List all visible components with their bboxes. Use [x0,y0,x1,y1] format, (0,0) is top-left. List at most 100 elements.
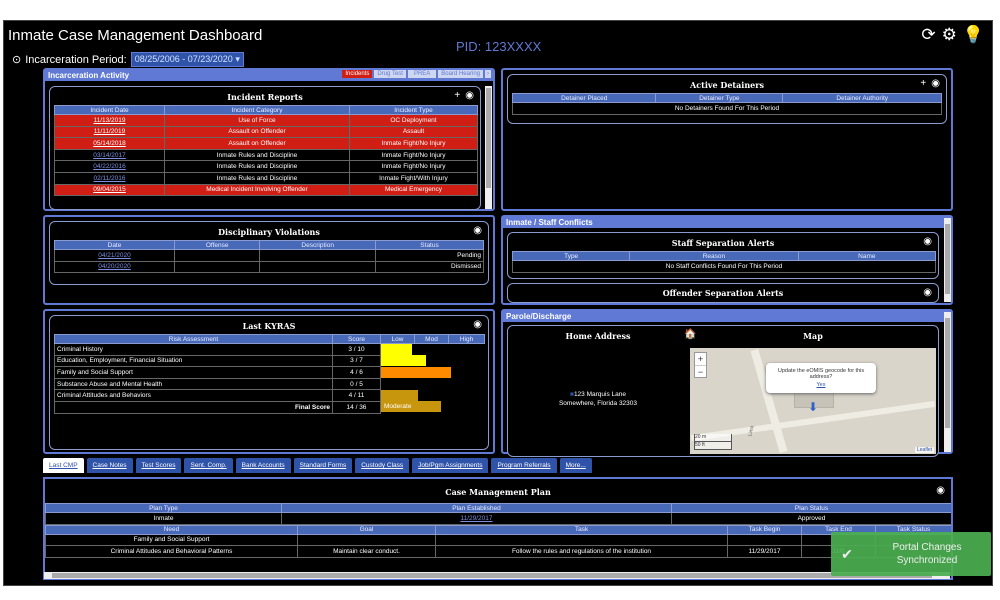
risk-name: Criminal History [54,343,333,356]
risk-bar-cell [381,366,485,379]
eye-icon[interactable]: ◉ [473,319,482,330]
tabs-scroll-button[interactable]: › [485,70,491,78]
offender-separation-card: Offender Separation Alerts ◉ [507,283,939,303]
tab-test-scores[interactable]: Test Scores [135,458,182,473]
final-score-row: Final Score 14 / 36 Moderate [54,400,485,414]
violation-date-link[interactable]: 04/20/2020 [98,263,131,270]
conflicts-panel: Inmate / Staff Conflicts Staff Separatio… [501,215,953,305]
tab-drug-test[interactable]: Drug Test [374,70,406,78]
plan-established-link[interactable]: 11/29/2017 [460,515,492,522]
popup-yes-link[interactable]: Yes [769,382,873,388]
add-icon[interactable]: + [920,78,926,89]
incident-date-link[interactable]: 02/11/2016 [93,175,125,182]
eye-icon[interactable]: ◉ [936,485,945,496]
incident-date-link[interactable]: 04/22/2016 [93,163,126,170]
period-select[interactable]: 08/25/2006 - 07/23/2020 ▾ [130,52,244,67]
col-description: Description [259,240,377,250]
kyras-title: Last KYRAS [242,321,296,331]
table-row: Family and Social Support [45,533,951,547]
refresh-icon[interactable]: ⟳ [921,25,935,45]
conflicts-title: Inmate / Staff Conflicts [503,217,951,228]
col-plan-type: Plan Type [45,503,282,513]
col-incident-date: Incident Date [54,105,165,115]
zoom-in-button[interactable]: + [695,353,706,365]
risk-name: Substance Abuse and Mental Health [54,377,333,391]
tab-board-hearing[interactable]: Board Hearing [438,70,483,78]
incident-date-link[interactable]: 11/11/2019 [94,128,126,135]
tab-incidents[interactable]: Incidents [342,70,373,78]
violation-date-link[interactable]: 04/21/2020 [98,252,131,259]
tab-custody-class[interactable]: Custody Class [355,458,410,473]
eye-icon[interactable]: ◉ [923,287,932,298]
dashboard-window: Inmate Case Management Dashboard PID: 12… [3,20,993,586]
tab-standard-forms[interactable]: Standard Forms [293,458,353,473]
incident-type: Inmate Fight/No Injury [348,160,479,173]
table-row: 04/21/2020 Pending [54,249,484,262]
home-address-box: ■123 Marquis Lane Somewhere, Florida 323… [512,348,684,454]
eye-icon[interactable]: ◉ [465,90,474,101]
incident-date-link[interactable]: 05/14/2018 [93,140,126,147]
eye-icon[interactable]: ◉ [473,225,482,236]
period-label: Incarceration Period: [25,53,127,66]
tab-prea[interactable]: PREA [407,70,437,78]
violation-description [259,260,377,274]
table-row: Criminal Attitudes and Behaviors 4 / 11 [54,389,485,402]
pid-label: PID: [456,39,482,54]
eye-icon[interactable]: ◉ [931,78,940,89]
tab-case-notes[interactable]: Case Notes [86,458,133,473]
incident-date-link[interactable]: 11/13/2019 [93,117,125,124]
activity-scrollbar[interactable] [485,86,492,209]
conflicts-scrollbar[interactable] [944,218,951,302]
eye-icon[interactable]: ◉ [923,236,932,247]
incident-category: Inmate Rules and Discipline [164,148,350,162]
tab-last-cmp[interactable]: Last CMP [43,458,84,473]
col-risk-assessment: Risk Assessment [54,334,333,344]
map-view[interactable]: + − Update the eOMIS geocode for this add… [690,348,936,454]
add-icon[interactable]: + [454,90,460,101]
map-title: Map [803,331,823,341]
col-plan-established: Plan Established [281,503,672,513]
toast-line1: Portal Changes [892,542,962,553]
table-row: Inmate 11/29/2017 Approved [45,512,951,525]
lightbulb-icon[interactable]: 💡 [963,25,984,45]
activity-tabs: Incidents Drug Test PREA Board Hearing › [342,70,491,78]
table-row: Substance Abuse and Mental Health 0 / 5 [54,377,485,391]
col-high: High [448,334,485,344]
cmp-horizontal-scrollbar[interactable] [44,572,950,579]
table-row: 03/14/2017 Inmate Rules and Discipline Inm… [54,148,479,162]
incident-type: Inmate Fight/No Injury [348,148,479,162]
popup-text: Update the eOMIS geocode for this addres… [777,368,865,380]
table-row: 11/13/2019 Use of Force OC Deployment [54,114,479,127]
incident-category: Use of Force [164,114,350,127]
parole-card: Home Address 🏠 Map ■123 Marquis Lane Som… [507,325,939,457]
sync-toast[interactable]: ✔ Portal Changes Synchronized [831,532,991,576]
map-attribution[interactable]: Leaflet [914,447,934,453]
incident-date-link[interactable]: 03/14/2017 [93,152,126,159]
task-goal [297,533,436,547]
map-marker-icon[interactable]: ⬇ [808,400,818,414]
tab-bank-accounts[interactable]: Bank Accounts [235,458,291,473]
gear-icon[interactable]: ⚙ [942,25,957,45]
tab-program-referrals[interactable]: Program Referrals [491,458,557,473]
incident-date-link[interactable]: 09/04/2015 [93,186,126,193]
incident-reports-card: Incident Reports + ◉ Incident Date Incide… [49,86,481,210]
task-goal: Maintain clear conduct. [297,545,436,558]
tab-more[interactable]: More... [559,458,592,473]
geocode-popup: Update the eOMIS geocode for this addres… [766,363,876,393]
incident-reports-title: Incident Reports [227,92,303,102]
incarceration-period: ⊙ Incarceration Period: 08/25/2006 - 07/… [12,52,244,67]
parole-scrollbar[interactable] [944,312,951,452]
violation-description [259,249,377,262]
task-description [435,533,728,547]
top-toolbar: ⟳ ⚙ 💡 [921,25,984,45]
risk-bar-cell [381,344,485,356]
tab-job-pgm-assignments[interactable]: Job/Pgm Assignments [412,458,489,473]
toast-line2: Synchronized [896,555,958,566]
tab-sent-comp[interactable]: Sent. Comp. [184,458,233,473]
col-detainer-type: Detainer Type [655,93,784,103]
col-offense: Offense [173,240,261,250]
risk-bar-cell [381,355,485,367]
zoom-out-button[interactable]: − [695,365,706,378]
parole-panel: Parole/Discharge Home Address 🏠 Map ■123… [501,309,953,457]
checkmark-icon: ✔ [841,545,853,562]
